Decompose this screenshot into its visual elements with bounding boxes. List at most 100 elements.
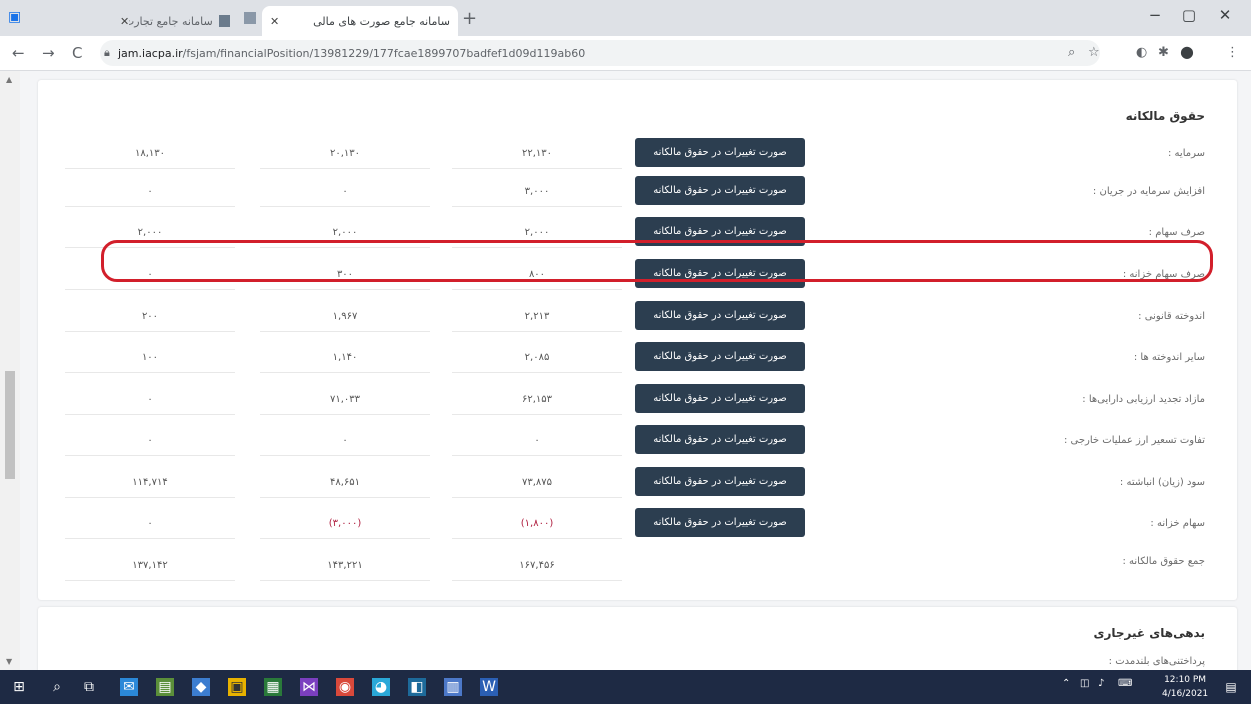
notification-icon[interactable]: ▤ xyxy=(1222,678,1240,696)
value-cell: ۱۴۳,۲۲۱ xyxy=(260,550,430,581)
app-icon[interactable]: ◆ xyxy=(192,678,210,696)
mail-icon[interactable]: ✉ xyxy=(120,678,138,696)
extension-icon[interactable]: ◐ xyxy=(1136,45,1147,60)
tab-title: سامانه جامع تجارت xyxy=(129,14,213,28)
table-row: تفاوت تسعیر ارز عملیات خارجی : صورت تغیی… xyxy=(38,425,1237,463)
word-icon[interactable]: W xyxy=(480,678,498,696)
highlight-annotation xyxy=(101,240,1213,282)
tab-title: سامانه جامع صورت های مالی xyxy=(313,14,450,28)
value-cell: ۱۳۷,۱۴۲ xyxy=(65,550,235,581)
value-cell: ۲۰۰ xyxy=(65,301,235,332)
clock-date: 4/16/2021 xyxy=(1162,689,1209,699)
task-view-icon[interactable]: ⧉ xyxy=(80,678,98,696)
app-icon: ▣ xyxy=(8,9,22,25)
equity-changes-button[interactable]: صورت تغییرات در حقوق مالکانه xyxy=(635,425,805,454)
tab-active[interactable]: سامانه جامع صورت های مالی ✕ xyxy=(262,6,458,36)
keyboard-language-icon[interactable]: ⌨ xyxy=(1118,678,1132,689)
browser-toolbar: ← → C 🔒︎ jam.iacpa.ir/fsjam/financialPos… xyxy=(0,36,1251,71)
clock-time: 12:10 PM xyxy=(1164,675,1207,685)
value-cell: ۰ xyxy=(65,384,235,415)
chrome-icon[interactable]: ◉ xyxy=(336,678,354,696)
close-tab-icon[interactable]: ✕ xyxy=(120,15,129,28)
row-label: سرمایه : xyxy=(1168,148,1205,159)
app-icon[interactable]: ◧ xyxy=(408,678,426,696)
row-label: تفاوت تسعیر ارز عملیات خارجی : xyxy=(1063,435,1205,446)
row-label: سود (زیان) انباشته : xyxy=(1119,477,1205,488)
section-title: بدهی‌های غیرجاری xyxy=(1093,626,1205,640)
search-icon[interactable]: ⌕ xyxy=(1068,45,1075,60)
value-cell: ۰ xyxy=(452,425,622,456)
chevron-up-icon[interactable]: ⌃ xyxy=(1062,678,1070,689)
equity-changes-button[interactable]: صورت تغییرات در حقوق مالکانه xyxy=(635,342,805,371)
minimize-button[interactable]: − xyxy=(1140,6,1170,24)
value-cell: ۷۳,۸۷۵ xyxy=(452,467,622,498)
value-cell: ۱۱۴,۷۱۴ xyxy=(65,467,235,498)
value-cell: ۰ xyxy=(65,176,235,207)
taskbar-clock[interactable]: 12:10 PM 4/16/2021 xyxy=(1162,673,1208,701)
edge-icon[interactable]: ◕ xyxy=(372,678,390,696)
scrollbar[interactable]: ▲ ▼ xyxy=(0,71,20,670)
row-label: پرداختنی‌های بلندمدت : xyxy=(1108,656,1205,667)
url-path: /fsjam/financialPosition/13981229/177fca… xyxy=(182,47,586,60)
equity-changes-button[interactable]: صورت تغییرات در حقوق مالکانه xyxy=(635,301,805,330)
value-cell: (۱,۸۰۰) xyxy=(452,508,622,539)
table-row: مازاد تجدید ارزیابی دارایی‌ها : صورت تغی… xyxy=(38,384,1237,422)
tab-inactive[interactable]: سامانه جامع تجارت ✕ xyxy=(112,6,238,36)
row-label: اندوخته قانونی : xyxy=(1138,311,1205,322)
value-cell: ۰ xyxy=(65,508,235,539)
reload-button[interactable]: C xyxy=(72,44,82,62)
close-window-button[interactable]: ✕ xyxy=(1210,6,1240,24)
section-title: حقوق مالکانه xyxy=(1125,109,1205,123)
value-cell: ۲,۰۸۵ xyxy=(452,342,622,373)
equity-changes-button[interactable]: صورت تغییرات در حقوق مالکانه xyxy=(635,467,805,496)
app-icon[interactable]: ▥ xyxy=(444,678,462,696)
scroll-down-icon[interactable]: ▼ xyxy=(6,657,12,666)
value-cell: ۷۱,۰۳۳ xyxy=(260,384,430,415)
profile-icon[interactable]: ● xyxy=(1180,42,1194,61)
app-icon[interactable]: ▤ xyxy=(156,678,174,696)
favicon-icon xyxy=(244,12,256,24)
back-button[interactable]: ← xyxy=(12,44,25,62)
row-label: مازاد تجدید ارزیابی دارایی‌ها : xyxy=(1082,394,1205,405)
value-cell: ۲۰,۱۳۰ xyxy=(260,138,430,169)
row-label: سایر اندوخته ها : xyxy=(1133,352,1205,363)
scrollbar-thumb[interactable] xyxy=(5,371,15,479)
forward-button[interactable]: → xyxy=(42,44,55,62)
value-cell: ۴۸,۶۵۱ xyxy=(260,467,430,498)
close-tab-icon[interactable]: ✕ xyxy=(270,15,279,28)
equity-changes-button[interactable]: صورت تغییرات در حقوق مالکانه xyxy=(635,384,805,413)
value-cell: ۱,۹۶۷ xyxy=(260,301,430,332)
bookmark-star-icon[interactable]: ☆ xyxy=(1088,45,1100,60)
scroll-up-icon[interactable]: ▲ xyxy=(6,75,12,84)
app-icon[interactable]: ▦ xyxy=(264,678,282,696)
equity-changes-button[interactable]: صورت تغییرات در حقوق مالکانه xyxy=(635,176,805,205)
new-tab-button[interactable]: + xyxy=(462,10,477,28)
table-row: سهام خزانه : صورت تغییرات در حقوق مالکان… xyxy=(38,508,1237,546)
row-label: جمع حقوق مالکانه : xyxy=(1122,556,1205,567)
maximize-button[interactable]: ▢ xyxy=(1174,6,1204,24)
windows-start-icon[interactable]: ⊞ xyxy=(10,678,28,696)
store-icon[interactable]: ▣ xyxy=(228,678,246,696)
volume-icon[interactable]: ♪ xyxy=(1098,678,1104,689)
url-text[interactable]: jam.iacpa.ir/fsjam/financialPosition/139… xyxy=(118,47,585,60)
menu-icon[interactable]: ⋮ xyxy=(1226,45,1239,60)
page-viewport: ▲ ▼ حقوق مالکانه سرمایه : صورت تغییرات د… xyxy=(0,71,1251,670)
puzzle-icon[interactable]: ✱ xyxy=(1158,45,1169,60)
value-cell: ۶۲,۱۵۳ xyxy=(452,384,622,415)
taskbar: ⊞ ⌕ ⧉ ✉ ▤ ◆ ▣ ▦ ⋈ ◉ ◕ ◧ ▥ W ⌃ ◫ ♪ ⌨ 12:1… xyxy=(0,670,1251,704)
row-label: صرف سهام : xyxy=(1148,227,1205,238)
value-cell: ۳,۰۰۰ xyxy=(452,176,622,207)
search-icon[interactable]: ⌕ xyxy=(48,678,66,696)
equity-card: حقوق مالکانه سرمایه : صورت تغییرات در حق… xyxy=(38,80,1237,600)
equity-changes-button[interactable]: صورت تغییرات در حقوق مالکانه xyxy=(635,138,805,167)
favicon-icon xyxy=(218,15,230,27)
lock-icon[interactable]: 🔒︎ xyxy=(104,46,110,60)
value-cell: ۰ xyxy=(65,425,235,456)
value-cell: ۱۰۰ xyxy=(65,342,235,373)
equity-changes-button[interactable]: صورت تغییرات در حقوق مالکانه xyxy=(635,508,805,537)
value-cell: ۲,۲۱۳ xyxy=(452,301,622,332)
value-cell: ۰ xyxy=(260,425,430,456)
value-cell: ۰ xyxy=(260,176,430,207)
visual-studio-icon[interactable]: ⋈ xyxy=(300,678,318,696)
network-icon[interactable]: ◫ xyxy=(1080,678,1089,689)
